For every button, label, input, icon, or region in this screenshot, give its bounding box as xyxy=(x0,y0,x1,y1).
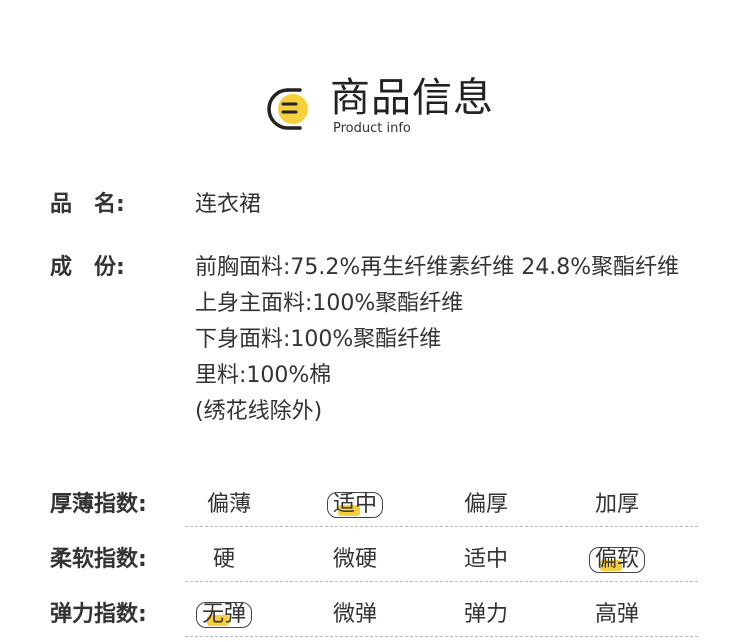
product-name-value: 连衣裙 xyxy=(195,192,262,217)
softness-option: 适中 xyxy=(463,547,508,572)
composition-line: 上身主面料:100%聚酯纤维 xyxy=(195,291,464,316)
thickness-option: 偏薄 xyxy=(206,492,251,517)
softness-index-options: 硬 微硬 适中 偏软 xyxy=(185,541,698,582)
composition-line: (绣花线除外) xyxy=(195,399,323,424)
thickness-index-label: 厚薄指数: xyxy=(50,492,147,517)
elasticity-index-options: 无弹 微弹 弹力 高弹 xyxy=(185,596,698,637)
composition-value: 前胸面料:75.2%再生纤维素纤维 24.8%聚酯纤维 上身主面料:100%聚酯… xyxy=(195,253,679,433)
composition-line: 下身面料:100%聚酯纤维 xyxy=(195,327,442,352)
softness-option: 微硬 xyxy=(332,547,377,572)
softness-index-label: 柔软指数: xyxy=(50,547,147,572)
softness-option: 硬 xyxy=(212,547,235,572)
composition-label: 成 份: xyxy=(50,255,125,280)
elasticity-option-selected: 无弹 xyxy=(160,600,288,630)
composition-line: 里料:100%棉 xyxy=(195,363,332,388)
elasticity-option: 高弹 xyxy=(594,602,639,627)
thickness-option: 加厚 xyxy=(594,492,639,517)
elasticity-option: 微弹 xyxy=(332,602,377,627)
product-name-label: 品 名: xyxy=(50,192,125,217)
thickness-option-selected: 适中 xyxy=(291,490,419,520)
softness-option-selected: 偏软 xyxy=(553,545,681,575)
section-title: 商品信息 xyxy=(330,75,494,121)
thickness-index-options: 偏薄 适中 偏厚 加厚 xyxy=(185,486,698,527)
elasticity-index-label: 弹力指数: xyxy=(50,602,147,627)
section-subtitle: Product info xyxy=(333,121,411,136)
document-lines-icon xyxy=(267,88,308,130)
thickness-option: 偏厚 xyxy=(463,492,508,517)
composition-line: 前胸面料:75.2%再生纤维素纤维 24.8%聚酯纤维 xyxy=(195,255,680,280)
section-header: 商品信息 Product info xyxy=(0,0,750,150)
elasticity-option: 弹力 xyxy=(463,602,508,627)
